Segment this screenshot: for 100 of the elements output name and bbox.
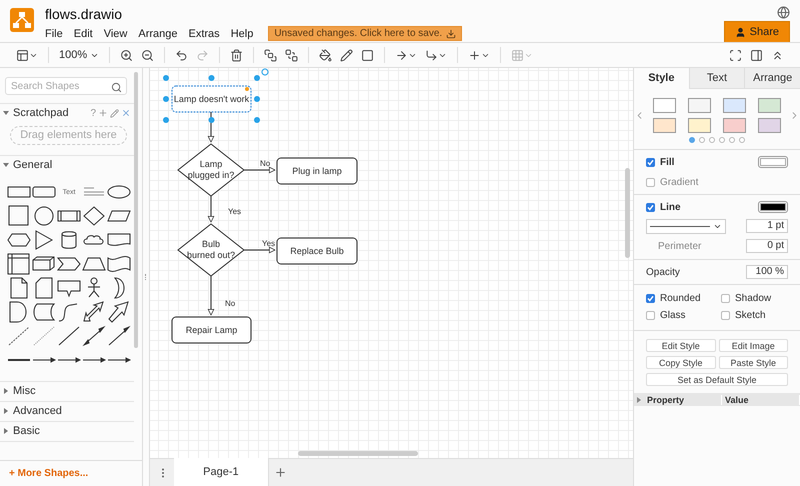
checkbox[interactable] [646,202,655,212]
style-swatch[interactable] [688,98,711,113]
perimeter-field[interactable]: 0 pt [746,239,788,253]
zoom-in-icon[interactable] [120,48,134,62]
scrollbar[interactable] [134,72,138,348]
column-header: Value [722,394,800,404]
section-header[interactable]: Basic [0,420,134,441]
dotted-line-icon[interactable] [32,325,56,348]
scrollbar[interactable] [298,451,418,456]
line-width-field[interactable]: 1 pt [746,219,788,233]
process-node[interactable]: Repair Lamp [171,316,252,344]
connector-arrow[interactable] [243,166,276,174]
menu-item[interactable]: File [45,28,63,40]
page-dot[interactable] [729,137,735,143]
section-header[interactable]: Scratchpad ? [0,103,134,122]
circle-icon[interactable] [32,205,56,228]
connector-arrow[interactable] [243,246,276,254]
arrow-icon[interactable] [107,301,131,324]
shadow-icon[interactable] [361,48,374,62]
menu-item[interactable]: Extras [188,28,220,40]
language-globe-icon[interactable] [777,6,790,19]
bidirectional-arrow-icon[interactable] [82,301,106,324]
waypoint-icon[interactable] [425,48,438,62]
diamond-icon[interactable] [82,205,106,228]
menu-item[interactable]: Arrange [138,28,178,40]
delete-icon[interactable] [230,48,244,62]
insert-plus-icon[interactable] [468,48,482,62]
line-color-button[interactable] [758,201,788,213]
internal-storage-icon[interactable] [7,253,31,276]
connector-arrow[interactable] [208,112,214,142]
connection-arrow-icon[interactable] [395,48,408,62]
checkbox[interactable] [721,294,730,302]
square-icon[interactable] [7,205,31,228]
fill-color-icon[interactable] [319,48,332,62]
process-node[interactable]: Lamp doesn't work [171,86,252,112]
dashed-line-icon[interactable] [7,325,31,348]
style-action-button[interactable]: Set as Default Style [646,373,788,386]
style-swatch[interactable] [653,118,676,133]
fit-icon[interactable] [729,48,742,62]
fill-color-button[interactable] [758,156,788,168]
menu-item[interactable]: Edit [74,28,93,40]
line-icon[interactable] [57,325,81,348]
undo-icon[interactable] [175,48,188,62]
selection-handles[interactable] [162,68,268,123]
to-front-icon[interactable] [264,48,278,62]
style-action-button[interactable]: Edit Style [646,339,716,352]
line-color-icon[interactable] [340,48,354,62]
line-style-dropdown[interactable] [646,218,726,234]
style-swatch[interactable] [688,118,711,133]
format-panel-icon[interactable] [750,48,763,62]
checkbox[interactable] [646,310,655,320]
process-node[interactable]: Replace Bulb [276,238,358,264]
style-swatch[interactable] [723,98,746,113]
page-dot[interactable] [689,137,695,143]
style-swatch[interactable] [758,98,781,113]
diagram-canvas[interactable]: Lamp doesn't work Lamp plugged in? No Plug in lamp Yes Bulb burned out? Yes Replace Bulb No Repair Lamp [150,68,633,458]
checkbox[interactable] [646,178,655,186]
page-dot[interactable] [699,137,705,143]
connector-icon[interactable] [107,325,131,348]
edit-icon[interactable] [110,108,119,118]
style-action-button[interactable]: Edit Image [718,339,788,352]
connector-arrow[interactable] [208,196,214,222]
to-back-icon[interactable] [285,48,298,62]
share-button[interactable]: Share [724,21,790,43]
panel-tab[interactable]: Arrange [744,68,800,89]
panel-tab[interactable]: Text [688,68,744,89]
zoom-out-icon[interactable] [141,48,154,62]
file-name: flows.drawio [45,6,124,22]
zoom-dropdown[interactable]: 100% [55,49,104,61]
connector-arrow[interactable] [208,276,214,316]
section-header[interactable]: Misc [0,380,134,401]
page-dot[interactable] [719,137,725,143]
menu-item[interactable]: Help [230,28,254,40]
section-title: General [13,158,54,171]
option-label: Sketch [735,310,767,320]
search-icon[interactable] [111,82,122,93]
search-field[interactable]: Search Shapes [5,77,127,96]
process-node[interactable]: Plug in lamp [276,158,358,184]
page-dot[interactable] [709,137,715,143]
decision-node[interactable]: Bulb burned out? [177,223,245,277]
section-header[interactable]: Advanced [0,400,134,421]
decision-node[interactable]: Lamp plugged in? [177,143,245,197]
menu-item[interactable]: View [104,28,128,40]
style-swatch[interactable] [758,118,781,133]
style-action-button[interactable]: Paste Style [718,356,788,369]
unsaved-changes-button[interactable]: Unsaved changes. Click here to save. [268,26,462,41]
style-swatch[interactable] [723,118,746,133]
style-swatch[interactable] [653,98,676,113]
page-dot[interactable] [739,137,745,143]
style-action-button[interactable]: Copy Style [646,356,716,369]
opacity-field[interactable]: 100 % [746,265,788,279]
checkbox[interactable] [646,294,655,302]
data-storage-icon[interactable] [32,301,56,324]
checkbox[interactable] [646,158,655,166]
page-tab[interactable]: Page-1 [174,458,269,486]
layout-icon[interactable] [16,48,29,62]
checkbox[interactable] [721,310,730,320]
bidirectional-connector-icon[interactable] [82,325,106,348]
scrollbar[interactable] [625,168,630,258]
gradient-label: Gradient [660,176,700,188]
